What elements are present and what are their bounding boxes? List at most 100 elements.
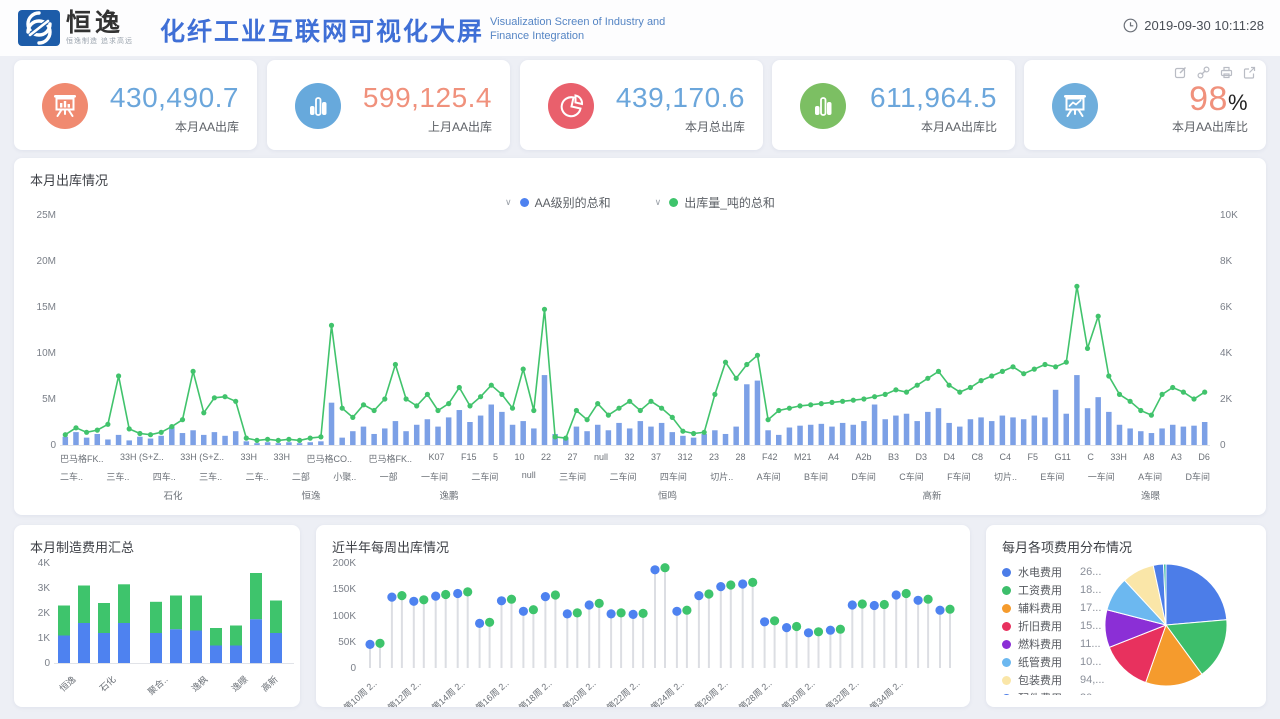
line-point[interactable]	[723, 360, 728, 365]
dot-green[interactable]	[945, 605, 954, 614]
line-point[interactable]	[1149, 413, 1154, 418]
dot-blue[interactable]	[716, 582, 725, 591]
dot-green[interactable]	[573, 608, 582, 617]
line-point[interactable]	[616, 406, 621, 411]
stacked-bar-blue[interactable]	[78, 623, 90, 663]
dot-blue[interactable]	[431, 592, 440, 601]
bar[interactable]	[467, 422, 473, 445]
line-point[interactable]	[883, 392, 888, 397]
bar[interactable]	[414, 425, 420, 445]
line-point[interactable]	[680, 429, 685, 434]
bar[interactable]	[361, 427, 367, 445]
stacked-bar-blue[interactable]	[118, 623, 130, 663]
chevron-down-icon[interactable]: ∨	[655, 197, 662, 208]
line-point[interactable]	[861, 396, 866, 401]
line-point[interactable]	[73, 425, 78, 430]
dot-green[interactable]	[441, 590, 450, 599]
bar[interactable]	[1000, 416, 1006, 445]
dot-blue[interactable]	[409, 597, 418, 606]
line-point[interactable]	[404, 396, 409, 401]
line-point[interactable]	[222, 394, 227, 399]
bar[interactable]	[808, 425, 814, 445]
bar[interactable]	[1053, 390, 1059, 445]
dot-green[interactable]	[880, 600, 889, 609]
weekly-lollipop-chart[interactable]	[364, 563, 956, 670]
line-point[interactable]	[670, 415, 675, 420]
bar[interactable]	[286, 442, 292, 445]
bar[interactable]	[254, 443, 259, 445]
bar[interactable]	[925, 412, 931, 445]
line-point[interactable]	[435, 408, 440, 413]
dot-blue[interactable]	[365, 640, 374, 649]
bar[interactable]	[787, 428, 793, 445]
main-combo-chart[interactable]	[60, 215, 1210, 447]
line-point[interactable]	[648, 399, 653, 404]
line-point[interactable]	[159, 430, 164, 435]
bar[interactable]	[318, 441, 324, 445]
pie-legend-row[interactable]: 工资费用18...	[1002, 581, 1118, 599]
bar[interactable]	[1202, 422, 1208, 445]
line-point[interactable]	[1181, 390, 1186, 395]
line-point[interactable]	[627, 399, 632, 404]
line-point[interactable]	[1160, 392, 1165, 397]
line-point[interactable]	[819, 401, 824, 406]
bar[interactable]	[829, 427, 835, 445]
stacked-bar-green[interactable]	[58, 606, 70, 636]
line-point[interactable]	[1053, 364, 1058, 369]
bar[interactable]	[350, 431, 356, 445]
line-point[interactable]	[936, 369, 941, 374]
stacked-bar-green[interactable]	[270, 601, 282, 634]
bar[interactable]	[1170, 425, 1176, 445]
stacked-bar-blue[interactable]	[150, 633, 162, 663]
bar[interactable]	[510, 425, 516, 445]
line-point[interactable]	[382, 396, 387, 401]
line-point[interactable]	[467, 403, 472, 408]
dot-blue[interactable]	[672, 607, 681, 616]
bar[interactable]	[840, 423, 846, 445]
bar[interactable]	[616, 423, 622, 445]
dot-green[interactable]	[595, 599, 604, 608]
line-point[interactable]	[457, 385, 462, 390]
bar[interactable]	[190, 430, 196, 445]
stacked-bar-green[interactable]	[210, 628, 222, 646]
dot-green[interactable]	[814, 627, 823, 636]
line-point[interactable]	[915, 383, 920, 388]
bar[interactable]	[1149, 433, 1155, 445]
stacked-bar-green[interactable]	[98, 603, 110, 633]
bar[interactable]	[733, 427, 739, 445]
line-point[interactable]	[872, 394, 877, 399]
line-point[interactable]	[1010, 364, 1015, 369]
dot-green[interactable]	[770, 616, 779, 625]
mfg-stacked-bar-chart[interactable]	[54, 563, 294, 666]
bar[interactable]	[1095, 397, 1101, 445]
bar[interactable]	[872, 405, 878, 445]
bar[interactable]	[520, 421, 526, 445]
bar[interactable]	[339, 438, 345, 445]
line-point[interactable]	[201, 410, 206, 415]
bar[interactable]	[1042, 417, 1048, 445]
dot-green[interactable]	[748, 578, 757, 587]
stacked-bar-green[interactable]	[230, 626, 242, 646]
dot-blue[interactable]	[475, 619, 484, 628]
line-point[interactable]	[180, 417, 185, 422]
bar[interactable]	[946, 423, 952, 445]
line-point[interactable]	[329, 323, 334, 328]
bar[interactable]	[329, 403, 335, 445]
dot-blue[interactable]	[563, 609, 572, 618]
bar[interactable]	[1181, 427, 1187, 445]
bar[interactable]	[819, 424, 825, 445]
bar[interactable]	[531, 428, 537, 445]
line-point[interactable]	[340, 406, 345, 411]
dot-green[interactable]	[485, 618, 494, 627]
dot-blue[interactable]	[804, 628, 813, 637]
line-point[interactable]	[510, 406, 515, 411]
bar[interactable]	[382, 428, 388, 445]
stacked-bar-blue[interactable]	[230, 646, 242, 664]
pie-legend-row[interactable]: 包装费用94,...	[1002, 671, 1118, 689]
line-point[interactable]	[957, 390, 962, 395]
line-point[interactable]	[702, 430, 707, 435]
dot-blue[interactable]	[738, 579, 747, 588]
legend-item-aa-total[interactable]: ∨ AA级别的总和	[505, 194, 611, 211]
line-point[interactable]	[244, 436, 249, 441]
stacked-bar-blue[interactable]	[250, 619, 262, 663]
